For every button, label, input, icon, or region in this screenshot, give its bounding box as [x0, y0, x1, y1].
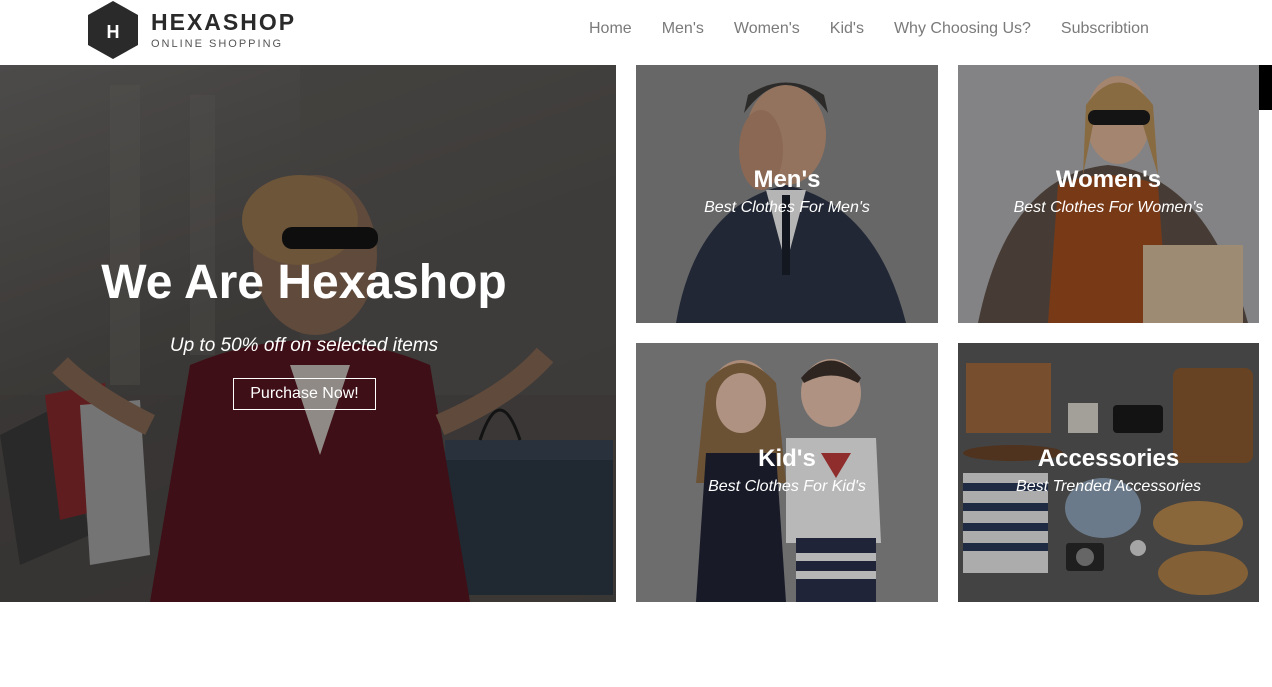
- page: H HEXASHOP ONLINE SHOPPING Home Men's Wo…: [0, 0, 1272, 687]
- hero-title: We Are Hexashop: [101, 256, 507, 309]
- nav-kids[interactable]: Kid's: [830, 18, 864, 42]
- nav-subscription[interactable]: Subscribtion: [1061, 18, 1149, 42]
- women-category-title: Women's: [1055, 166, 1162, 193]
- purchase-now-button[interactable]: Purchase Now!: [233, 378, 376, 410]
- hexagon-logo-icon: H: [88, 1, 138, 59]
- women-category-image: [958, 65, 1259, 323]
- brand-name: HEXASHOP: [151, 9, 297, 35]
- men-category-title: Men's: [753, 166, 821, 193]
- hero-banner: We Are Hexashop Up to 50% off on selecte…: [0, 65, 616, 602]
- scrollbar-thumb[interactable]: [1259, 65, 1272, 110]
- site-header: H HEXASHOP ONLINE SHOPPING Home Men's Wo…: [0, 0, 1272, 65]
- main-navigation: Home Men's Women's Kid's Why Choosing Us…: [575, 18, 1149, 42]
- hexashop-logo[interactable]: H HEXASHOP ONLINE SHOPPING: [86, 0, 296, 62]
- nav-womens[interactable]: Women's: [734, 18, 800, 42]
- nav-mens[interactable]: Men's: [662, 18, 704, 42]
- category-card-women[interactable]: Women's Best Clothes For Women's: [958, 65, 1259, 323]
- hero-background-image: [0, 65, 616, 602]
- accessories-category-subtitle: Best Trended Accessories: [1016, 478, 1201, 495]
- men-category-image: [636, 65, 938, 323]
- kids-category-subtitle: Best Clothes For Kid's: [708, 478, 866, 495]
- logo-letter: H: [107, 22, 120, 42]
- kids-category-title: Kid's: [758, 445, 816, 472]
- accessories-category-title: Accessories: [1037, 445, 1180, 472]
- men-category-subtitle: Best Clothes For Men's: [704, 199, 870, 216]
- category-card-kids[interactable]: Kid's Best Clothes For Kid's: [636, 343, 938, 602]
- women-category-subtitle: Best Clothes For Women's: [1013, 199, 1204, 216]
- brand-tagline: ONLINE SHOPPING: [151, 38, 284, 50]
- hero-subtitle: Up to 50% off on selected items: [169, 335, 439, 356]
- category-card-accessories[interactable]: Accessories Best Trended Accessories: [958, 343, 1259, 602]
- category-card-men[interactable]: Men's Best Clothes For Men's: [636, 65, 938, 323]
- nav-home[interactable]: Home: [589, 18, 632, 42]
- nav-why-choosing-us[interactable]: Why Choosing Us?: [894, 18, 1031, 42]
